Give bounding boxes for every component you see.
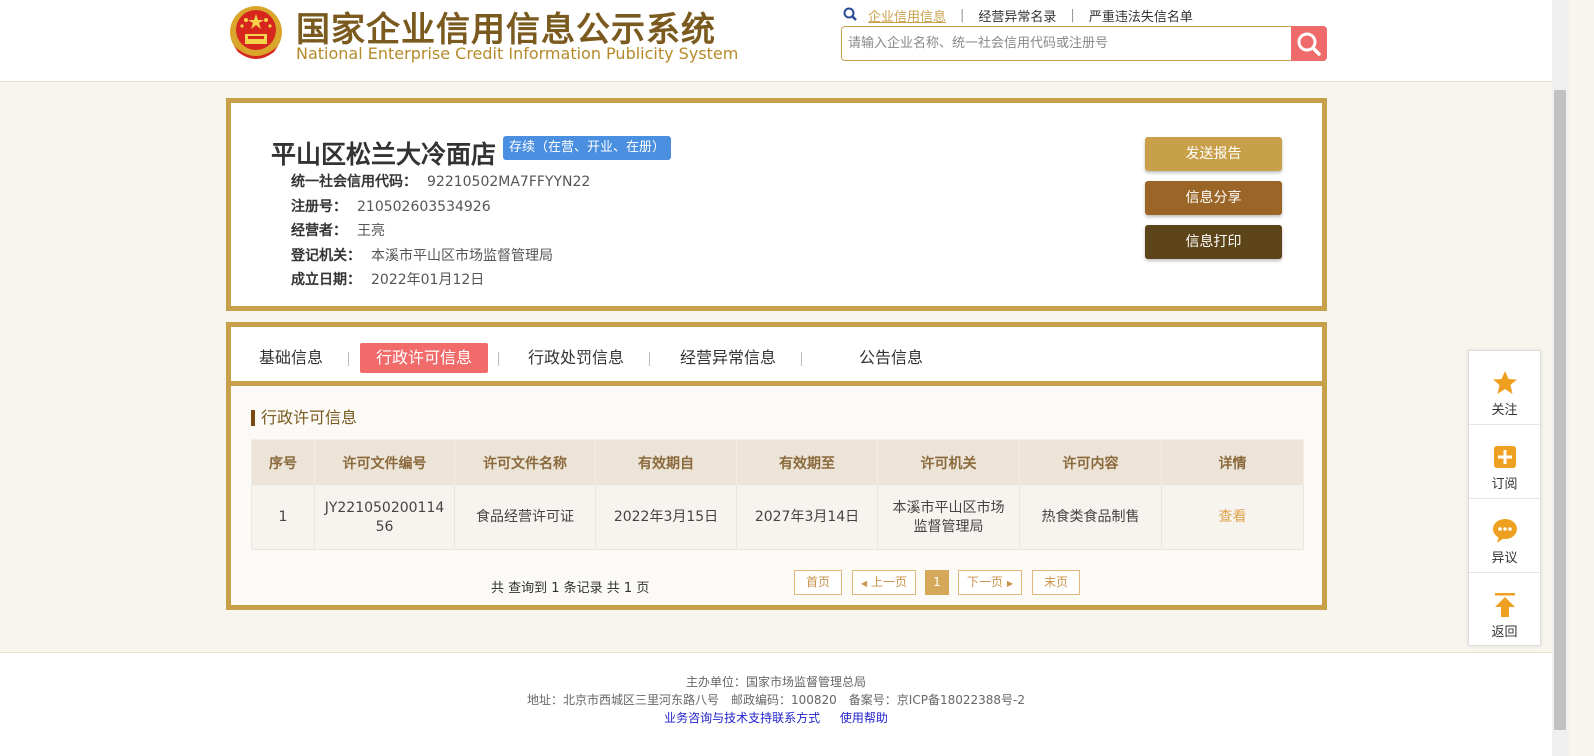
info-label: 统一社会信用代码： — [291, 174, 417, 190]
next-page-label: 下一页 — [967, 575, 1004, 589]
floating-sidebar: 关注 订阅 异议 返回 — [1468, 350, 1541, 646]
objection-button[interactable]: 异议 — [1469, 499, 1540, 573]
scrollbar-thumb[interactable] — [1554, 90, 1566, 730]
cell-valid-from: 2022年3月15日 — [595, 485, 737, 550]
star-icon — [1493, 371, 1517, 394]
column-header: 有效期至 — [736, 439, 878, 486]
nav-credit-info[interactable]: 企业信用信息 — [868, 6, 946, 25]
info-label: 成立日期： — [291, 272, 361, 288]
tab-divider — [348, 352, 349, 366]
nav-divider: | — [1070, 7, 1075, 23]
detail-card: 基础信息 行政许可信息 行政处罚信息 经营异常信息 公告信息 行政许可信息 序号… — [226, 322, 1327, 610]
footer-address: 地址：北京市西城区三里河东路八号 邮政编码：100820 备案号：京ICP备18… — [526, 693, 1025, 707]
column-header: 许可文件名称 — [454, 439, 596, 486]
nav-divider: | — [960, 7, 965, 23]
search-box — [841, 26, 1327, 61]
info-credit-code: 统一社会信用代码： 92210502MA7FFYYN22 — [291, 172, 590, 192]
caret-left-icon: ◀ — [861, 579, 868, 588]
top-nav: 企业信用信息 | 经营异常名录 | 严重违法失信名单 — [842, 6, 1193, 25]
column-header: 详情 — [1161, 439, 1304, 486]
national-emblem-logo — [230, 6, 282, 59]
info-value: 本溪市平山区市场监督管理局 — [371, 248, 553, 264]
search-icon — [843, 7, 857, 21]
objection-label: 异议 — [1491, 551, 1518, 566]
enterprise-card: 平山区松兰大冷面店 存续（在营、开业、在册） 统一社会信用代码： 92210502… — [226, 98, 1327, 311]
info-operator: 经营者： 王亮 — [291, 221, 385, 241]
tab-announcement[interactable]: 公告信息 — [851, 343, 931, 373]
license-table: 序号 许可文件编号 许可文件名称 有效期自 有效期至 许可机关 许可内容 详情 … — [251, 439, 1304, 550]
cell-license-number: JY22105020011456 — [314, 485, 455, 550]
caret-right-icon: ▶ — [1006, 579, 1013, 588]
prev-page-button[interactable]: ◀ 上一页 — [852, 570, 916, 595]
column-header: 许可文件编号 — [314, 439, 455, 486]
info-founded-date: 成立日期： 2022年01月12日 — [291, 270, 484, 290]
back-to-top-button[interactable]: 返回 — [1469, 573, 1540, 647]
subscribe-button[interactable]: 订阅 — [1469, 425, 1540, 499]
table-row: 1 JY22105020011456 食品经营许可证 2022年3月15日 20… — [251, 485, 1304, 550]
cell-license-name: 食品经营许可证 — [454, 485, 596, 550]
tab-divider — [801, 352, 802, 366]
column-header: 许可机关 — [877, 439, 1020, 486]
print-info-button[interactable]: 信息打印 — [1145, 225, 1282, 259]
cell-index: 1 — [251, 485, 315, 550]
tab-basic-info[interactable]: 基础信息 — [251, 343, 331, 373]
cell-valid-to: 2027年3月14日 — [736, 485, 878, 550]
footer-links: 业务咨询与技术支持联系方式 使用帮助 — [0, 709, 1552, 726]
footer-sponsor: 主办单位：国家市场监督管理总局 — [685, 675, 866, 689]
nav-abnormal-list[interactable]: 经营异常名录 — [978, 6, 1056, 25]
tab-abnormal-operation[interactable]: 经营异常信息 — [673, 343, 783, 373]
page-footer: 主办单位：国家市场监督管理总局 地址：北京市西城区三里河东路八号 邮政编码：10… — [0, 652, 1552, 756]
tab-divider — [649, 352, 650, 366]
last-page-button[interactable]: 末页 — [1032, 570, 1080, 595]
info-authority: 登记机关： 本溪市平山区市场监督管理局 — [291, 246, 553, 266]
info-value: 92210502MA7FFYYN22 — [427, 174, 591, 190]
column-header: 有效期自 — [595, 439, 737, 486]
next-page-button[interactable]: 下一页 ▶ — [958, 570, 1022, 595]
view-detail-link[interactable]: 查看 — [1161, 485, 1304, 550]
tab-admin-penalty[interactable]: 行政处罚信息 — [521, 343, 631, 373]
info-label: 经营者： — [291, 223, 347, 239]
column-header: 序号 — [251, 439, 315, 486]
send-report-button[interactable]: 发送报告 — [1145, 137, 1282, 171]
arrow-up-icon — [1495, 593, 1515, 617]
page-header: 国家企业信用信息公示系统 National Enterprise Credit … — [0, 0, 1552, 82]
cell-authority: 本溪市平山区市场监督管理局 — [877, 485, 1020, 550]
info-label: 注册号： — [291, 199, 347, 215]
enterprise-name: 平山区松兰大冷面店 — [271, 140, 497, 169]
info-reg-number: 注册号： 210502603534926 — [291, 197, 491, 217]
tab-admin-license[interactable]: 行政许可信息 — [360, 343, 488, 373]
tab-bar: 基础信息 行政许可信息 行政处罚信息 经营异常信息 公告信息 — [231, 327, 1322, 386]
info-value: 王亮 — [357, 223, 385, 239]
first-page-button[interactable]: 首页 — [794, 570, 842, 595]
info-value: 2022年01月12日 — [371, 272, 485, 288]
search-icon — [1297, 32, 1321, 56]
current-page-button[interactable]: 1 — [925, 570, 949, 595]
section-title: 行政许可信息 — [251, 410, 357, 426]
column-header: 许可内容 — [1019, 439, 1162, 486]
prev-page-label: 上一页 — [870, 575, 907, 589]
site-subtitle: National Enterprise Credit Information P… — [296, 44, 739, 63]
subscribe-label: 订阅 — [1491, 477, 1518, 492]
share-info-button[interactable]: 信息分享 — [1145, 181, 1282, 215]
pager-summary: 共 查询到 1 条记录 共 1 页 — [491, 581, 650, 596]
follow-button[interactable]: 关注 — [1469, 351, 1540, 425]
tab-divider — [498, 352, 499, 366]
page-scrollbar[interactable] — [1552, 0, 1569, 756]
plus-square-icon — [1494, 446, 1516, 468]
help-link[interactable]: 使用帮助 — [840, 711, 888, 725]
support-contact-link[interactable]: 业务咨询与技术支持联系方式 — [664, 711, 820, 725]
follow-label: 关注 — [1491, 403, 1518, 418]
search-input[interactable] — [848, 33, 1288, 54]
table-header-row: 序号 许可文件编号 许可文件名称 有效期自 有效期至 许可机关 许可内容 详情 — [251, 439, 1304, 486]
chat-bubble-icon — [1493, 519, 1517, 543]
info-value: 210502603534926 — [357, 199, 491, 215]
search-button[interactable] — [1291, 26, 1327, 61]
info-label: 登记机关： — [291, 248, 361, 264]
nav-blacklist[interactable]: 严重违法失信名单 — [1089, 6, 1193, 25]
cell-content: 热食类食品制售 — [1019, 485, 1162, 550]
back-to-top-label: 返回 — [1491, 625, 1518, 640]
status-badge: 存续（在营、开业、在册） — [503, 136, 672, 160]
